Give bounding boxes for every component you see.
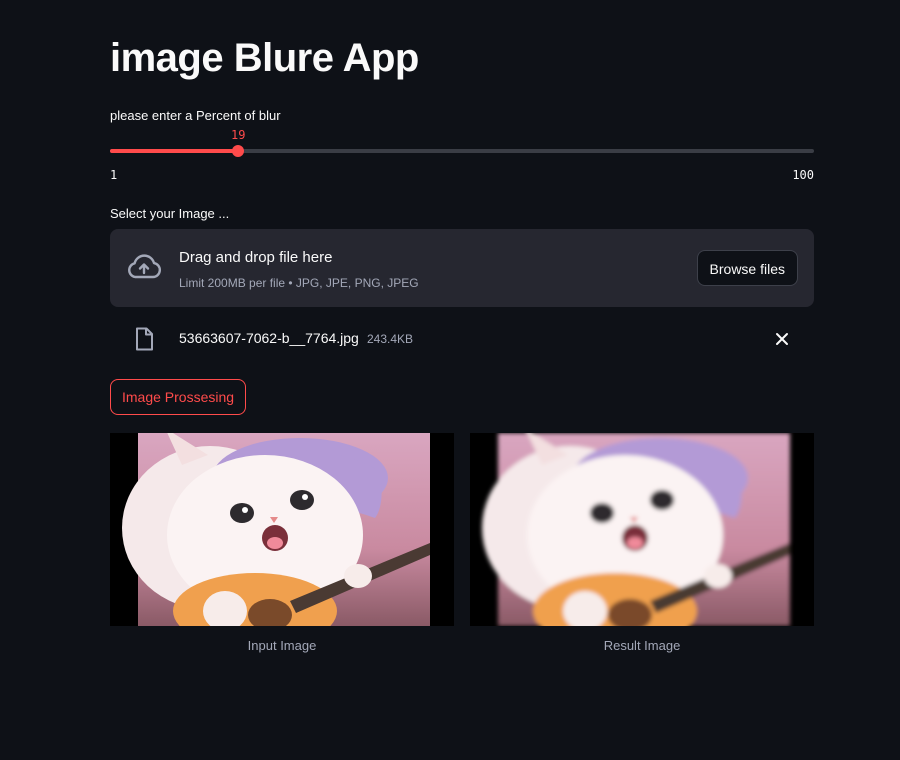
result-image-caption: Result Image <box>603 638 681 653</box>
slider-label: please enter a Percent of blur <box>110 108 281 123</box>
browse-files-button[interactable]: Browse files <box>696 250 798 286</box>
input-image-caption: Input Image <box>247 638 317 653</box>
uploaded-file-row: 53663607-7062-b__7764.jpg 243.4KB <box>110 320 814 358</box>
input-image <box>110 433 454 626</box>
slider-fill <box>110 149 238 153</box>
dropzone-subtitle: Limit 200MB per file • JPG, JPE, PNG, JP… <box>179 276 419 290</box>
slider-thumb[interactable] <box>232 145 244 157</box>
kitten-guitar-picture <box>122 433 430 626</box>
blur-slider[interactable]: 19 1 100 <box>110 128 814 188</box>
blurred-kitten-guitar-picture <box>482 433 790 626</box>
file-icon <box>136 327 153 351</box>
slider-max: 100 <box>792 168 814 182</box>
dropzone-title: Drag and drop file here <box>179 249 333 266</box>
slider-min: 1 <box>110 168 118 182</box>
uploader-label: Select your Image ... <box>110 206 230 221</box>
result-image <box>470 433 814 626</box>
file-size: 243.4KB <box>367 332 414 346</box>
close-icon[interactable] <box>770 327 794 351</box>
file-name: 53663607-7062-b__7764.jpg <box>179 330 359 346</box>
slider-value: 19 <box>231 128 246 142</box>
page-title: image Blure App <box>110 36 419 80</box>
file-dropzone[interactable]: Drag and drop file here Limit 200MB per … <box>110 229 814 307</box>
image-processing-button[interactable]: Image Prossesing <box>110 379 247 415</box>
cloud-upload-icon <box>128 254 162 279</box>
